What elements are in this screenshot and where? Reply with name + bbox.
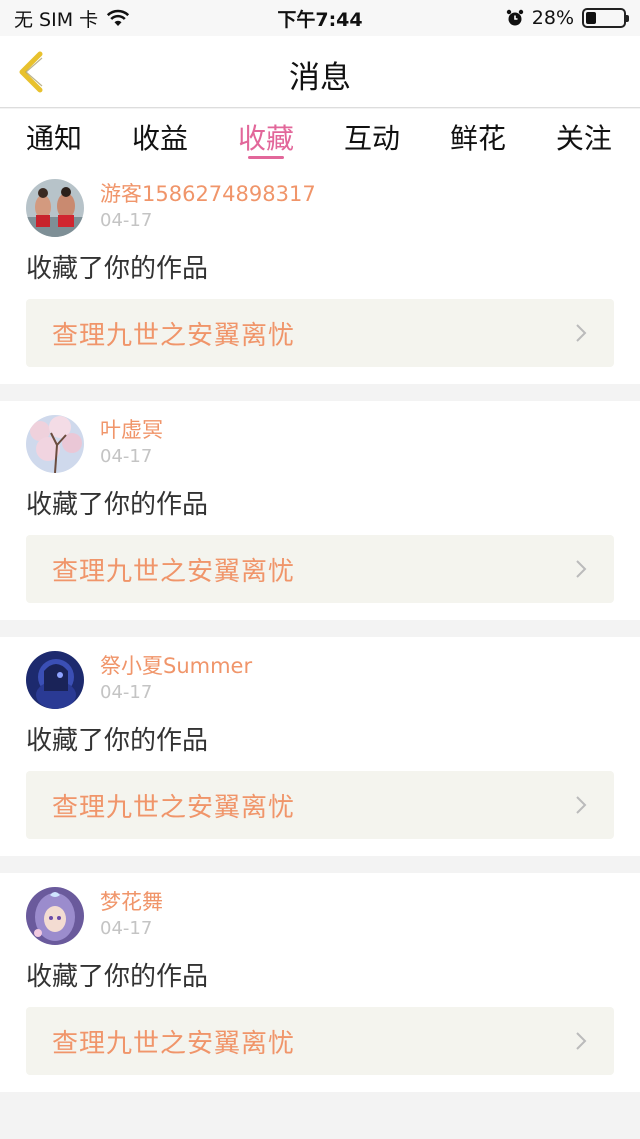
carrier-label: 无 SIM 卡: [14, 8, 99, 31]
action-text: 收藏了你的作品: [26, 254, 209, 284]
wifi-icon: [107, 9, 130, 26]
tab-earnings[interactable]: 收益: [132, 109, 188, 165]
chevron-right-icon: [576, 796, 587, 814]
card-header: 梦花舞 04-17: [26, 887, 614, 945]
action-text: 收藏了你的作品: [26, 490, 209, 520]
page-title: 消息: [289, 60, 351, 96]
tab-follows[interactable]: 关注: [556, 109, 612, 165]
alarm-icon: [506, 9, 523, 26]
card-header: 叶虚冥 04-17: [26, 415, 614, 473]
action-text: 收藏了你的作品: [26, 962, 209, 992]
chevron-right-icon: [576, 1032, 587, 1050]
user-meta: 梦花舞 04-17: [100, 887, 163, 942]
nav-bar: 消息: [0, 36, 640, 108]
tab-favorites[interactable]: 收藏: [238, 109, 294, 165]
work-link[interactable]: 查理九世之安翼离忧: [26, 1007, 614, 1075]
work-title: 查理九世之安翼离忧: [52, 1028, 296, 1059]
username[interactable]: 祭小夏Summer: [100, 653, 252, 680]
status-bar: 无 SIM 卡 下午7:44 28%: [0, 0, 640, 36]
user-meta: 祭小夏Summer 04-17: [100, 651, 252, 706]
user-meta: 叶虚冥 04-17: [100, 415, 163, 470]
date: 04-17: [100, 682, 153, 703]
work-link[interactable]: 查理九世之安翼离忧: [26, 771, 614, 839]
work-title: 查理九世之安翼离忧: [52, 792, 296, 823]
username[interactable]: 梦花舞: [100, 889, 163, 916]
chevron-right-icon: [576, 560, 587, 578]
date: 04-17: [100, 918, 153, 939]
work-title: 查理九世之安翼离忧: [52, 556, 296, 587]
card-header: 游客1586274898317 04-17: [26, 179, 614, 237]
list-item: 祭小夏Summer 04-17 收藏了你的作品 查理九世之安翼离忧: [0, 637, 640, 856]
status-left: 无 SIM 卡: [14, 5, 130, 32]
tab-flowers[interactable]: 鲜花: [450, 109, 506, 165]
list-item: 叶虚冥 04-17 收藏了你的作品 查理九世之安翼离忧: [0, 401, 640, 620]
battery-icon: [582, 8, 629, 28]
tab-bar: 通知 收益 收藏 互动 鲜花 关注: [0, 109, 640, 165]
work-link[interactable]: 查理九世之安翼离忧: [26, 299, 614, 367]
list-item: 梦花舞 04-17 收藏了你的作品 查理九世之安翼离忧: [0, 873, 640, 1092]
work-title: 查理九世之安翼离忧: [52, 320, 296, 351]
battery-percent: 28%: [531, 7, 574, 29]
tab-notifications[interactable]: 通知: [26, 109, 82, 165]
work-link[interactable]: 查理九世之安翼离忧: [26, 535, 614, 603]
username[interactable]: 游客1586274898317: [100, 181, 316, 208]
battery-level: [586, 12, 597, 24]
card-header: 祭小夏Summer 04-17: [26, 651, 614, 709]
avatar[interactable]: [26, 651, 84, 709]
avatar[interactable]: [26, 179, 84, 237]
user-meta: 游客1586274898317 04-17: [100, 179, 316, 234]
favorites-feed: 游客1586274898317 04-17 收藏了你的作品 查理九世之安翼离忧: [0, 165, 640, 1109]
list-item: 游客1586274898317 04-17 收藏了你的作品 查理九世之安翼离忧: [0, 165, 640, 384]
username[interactable]: 叶虚冥: [100, 417, 163, 444]
avatar[interactable]: [26, 887, 84, 945]
status-right: 28%: [506, 7, 629, 29]
tab-interactions[interactable]: 互动: [344, 109, 400, 165]
chevron-right-icon: [576, 324, 587, 342]
avatar[interactable]: [26, 415, 84, 473]
action-text: 收藏了你的作品: [26, 726, 209, 756]
date: 04-17: [100, 446, 153, 467]
date: 04-17: [100, 210, 153, 231]
